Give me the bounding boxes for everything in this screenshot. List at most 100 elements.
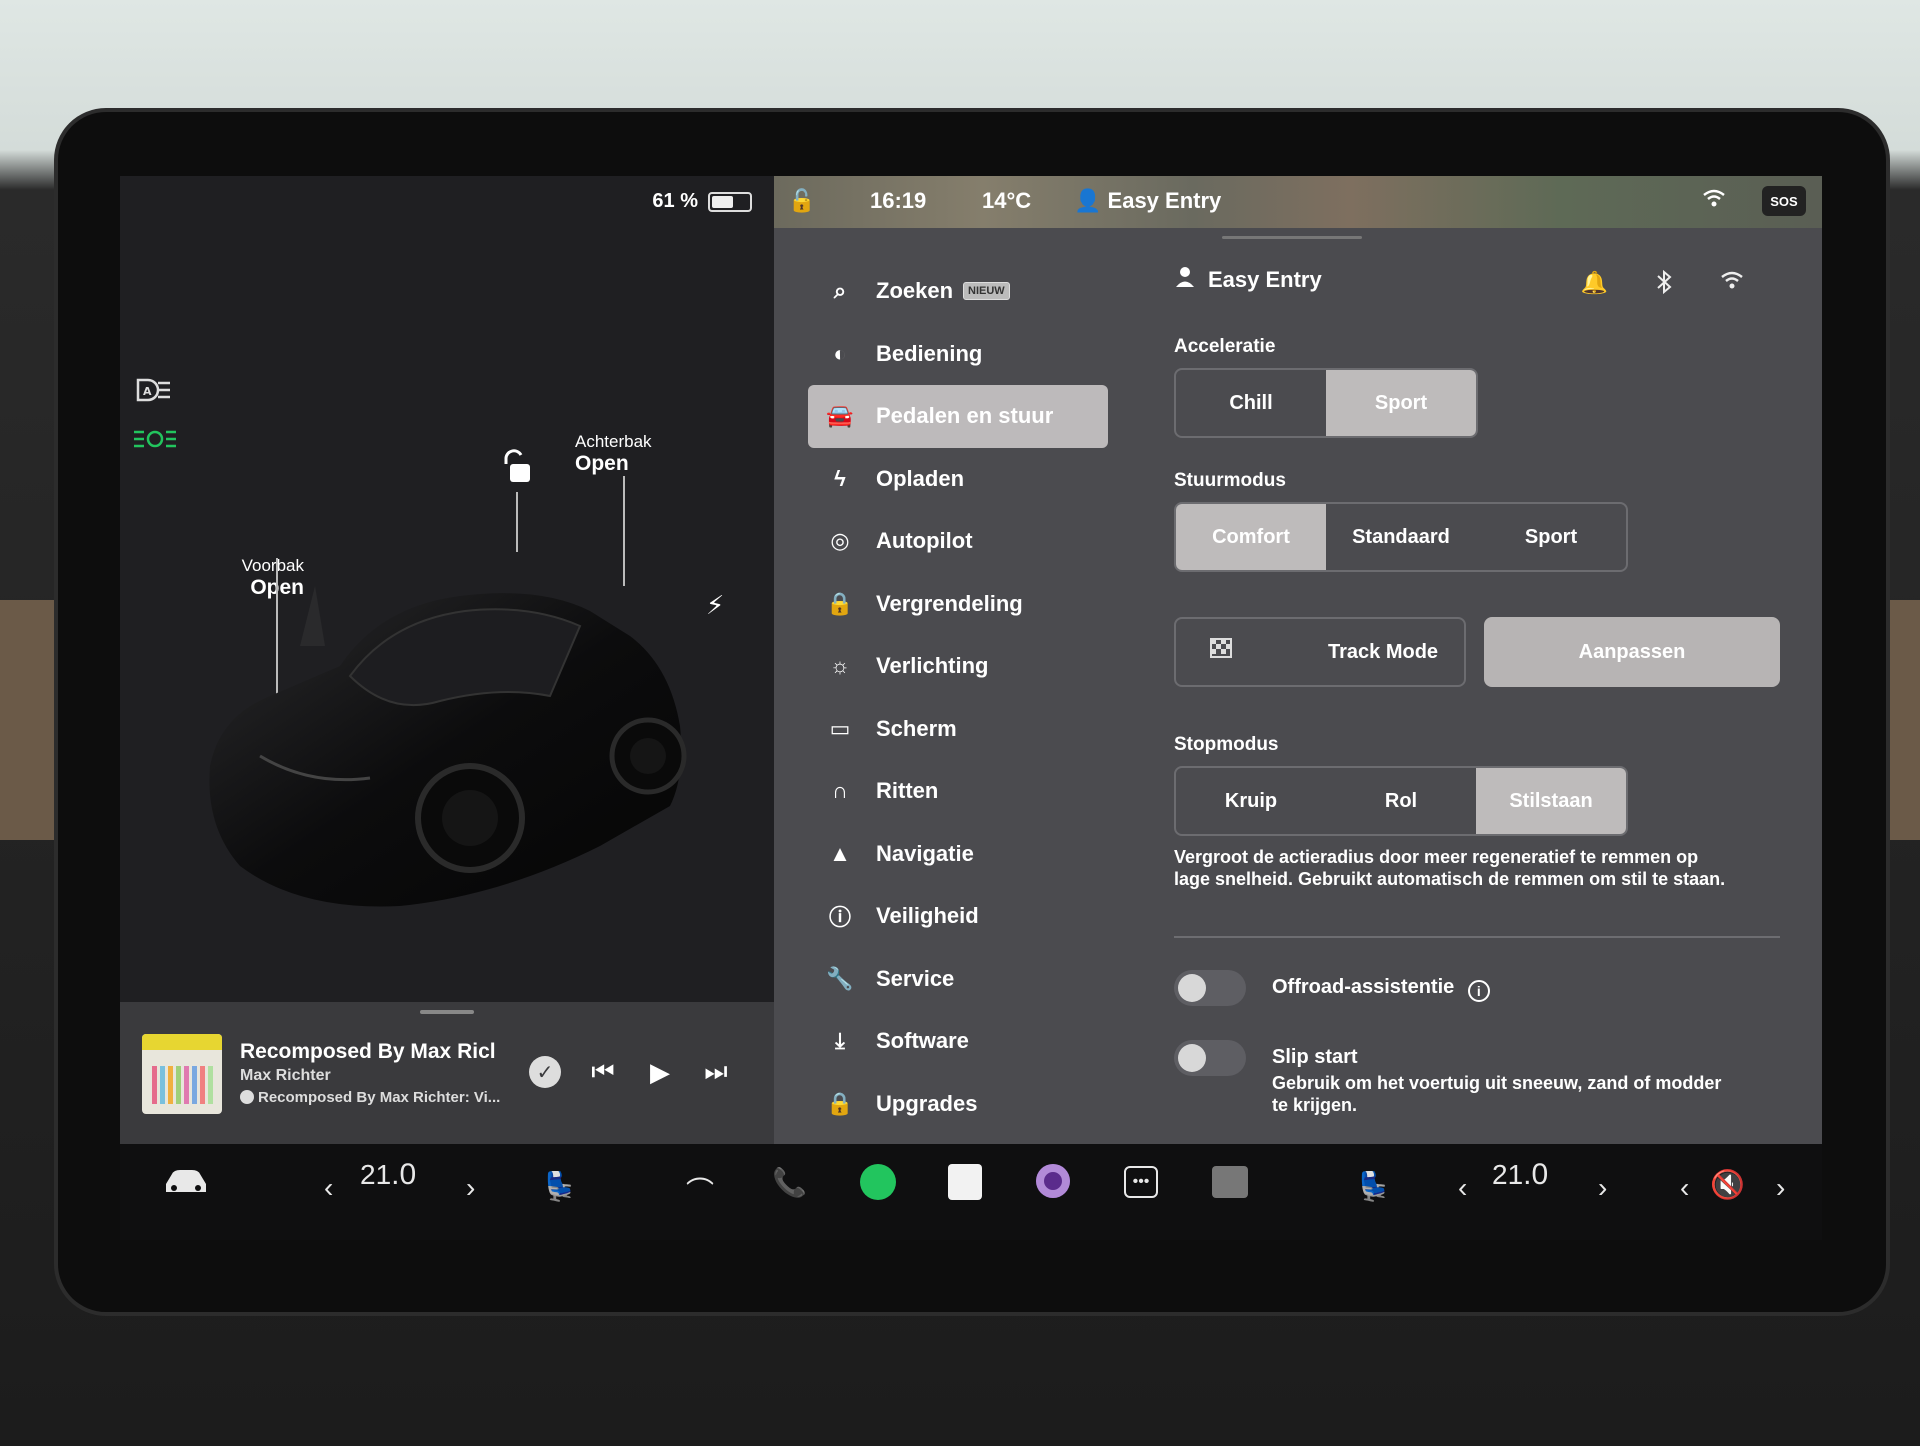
unlock-icon[interactable] — [500, 448, 534, 491]
album-art[interactable] — [142, 1034, 222, 1114]
parking-lights-icon[interactable] — [132, 426, 178, 458]
temp-right-display[interactable]: 21.0 — [1492, 1158, 1548, 1192]
seat-heater-left-button[interactable]: 💺 — [542, 1170, 577, 1203]
offroad-assist-toggle[interactable] — [1174, 970, 1246, 1006]
acceleration-sport[interactable]: Sport — [1326, 370, 1476, 436]
stop-mode-description-line-1: Vergroot de actieradius door meer regene… — [1174, 847, 1699, 867]
search-icon: ⌕ — [833, 278, 847, 304]
unlock-status-icon[interactable]: 🔓 — [788, 188, 815, 214]
nav-item-navigatie[interactable]: ▲ Navigatie — [808, 823, 1108, 886]
spotify-button[interactable] — [860, 1164, 896, 1200]
track-title: Recomposed By Max Ricl — [240, 1040, 496, 1063]
steering-mode-selector: Comfort Standaard Sport — [1174, 502, 1628, 572]
map-status-bar[interactable]: 🔓 16:19 14°C 👤 Easy Entry SOS — [774, 176, 1822, 228]
sos-button[interactable]: SOS — [1762, 186, 1806, 216]
notes-button[interactable] — [948, 1164, 982, 1200]
media-player[interactable]: Recomposed By Max Ricl Max Richter Recom… — [120, 1002, 774, 1144]
nav-item-label: Service — [876, 965, 955, 991]
checkered-flag-icon — [1208, 636, 1234, 668]
spotify-icon — [860, 1164, 896, 1200]
bluetooth-icon[interactable] — [1656, 269, 1672, 300]
temp-left-down[interactable]: ‹ — [324, 1172, 333, 1204]
phone-button[interactable]: 📞 — [772, 1166, 807, 1199]
mute-button[interactable]: 🔇 — [1710, 1168, 1745, 1201]
nav-item-upgrades[interactable]: 🔒 Upgrades — [808, 1073, 1108, 1136]
auto-headlights-icon[interactable]: A — [134, 376, 174, 410]
trunk-label: Achterbak — [575, 432, 652, 451]
calendar-button[interactable] — [1212, 1166, 1248, 1198]
skip-back-icon: ⏮ — [591, 1056, 615, 1086]
speaker-muted-icon: 🔇 — [1710, 1169, 1745, 1200]
nav-item-vergrendeling[interactable]: 🔒 Vergrendeling — [808, 573, 1108, 636]
play-button[interactable]: ▶ — [640, 1052, 680, 1092]
more-apps-button[interactable]: ••• — [1124, 1166, 1158, 1198]
car-icon: 🚘 — [826, 403, 854, 429]
steering-standard[interactable]: Standaard — [1326, 504, 1476, 570]
profile-indicator[interactable]: 👤 Easy Entry — [1074, 188, 1221, 214]
temp-left-display[interactable]: 21.0 — [360, 1158, 416, 1192]
nav-item-pedalen-en-stuur[interactable]: 🚘 Pedalen en stuur — [808, 385, 1108, 448]
nav-item-label: Software — [876, 1028, 969, 1054]
nav-item-opladen[interactable]: ϟ Opladen — [808, 448, 1108, 511]
temp-left-up[interactable]: › — [466, 1172, 475, 1204]
nav-item-zoeken[interactable]: ⌕ Zoeken NIEUW — [808, 260, 1108, 323]
profile-indicator-label: Easy Entry — [1107, 188, 1222, 213]
wifi-icon[interactable] — [1720, 270, 1744, 300]
acceleration-label: Acceleratie — [1174, 336, 1276, 357]
sun-icon: ☼ — [829, 653, 851, 679]
trunk-callout[interactable]: Achterbak Open — [575, 432, 652, 476]
temp-right-down[interactable]: ‹ — [1458, 1172, 1467, 1204]
volume-up-button[interactable]: › — [1776, 1172, 1785, 1204]
temp-right-up[interactable]: › — [1598, 1172, 1607, 1204]
nav-item-scherm[interactable]: ▭ Scherm — [808, 698, 1108, 761]
stop-mode-selector: Kruip Rol Stilstaan — [1174, 766, 1628, 836]
car-model-image[interactable] — [200, 516, 720, 916]
nav-item-software[interactable]: ⤓ Software — [808, 1010, 1108, 1073]
nav-item-bediening[interactable]: ◐ Bediening — [808, 323, 1108, 386]
car-icon — [162, 1166, 210, 1203]
nav-item-verlichting[interactable]: ☼ Verlichting — [808, 635, 1108, 698]
like-button[interactable]: ✓ — [525, 1052, 565, 1092]
trips-icon: ∩ — [832, 778, 848, 804]
battery-icon — [708, 191, 752, 212]
wiper-button[interactable]: ⌒ — [686, 1170, 714, 1210]
slip-start-toggle[interactable] — [1174, 1040, 1246, 1076]
temp-right-decimal: .0 — [1523, 1158, 1549, 1191]
nav-item-service[interactable]: 🔧 Service — [808, 948, 1108, 1011]
bell-icon[interactable]: 🔔 — [1581, 270, 1608, 300]
previous-track-button[interactable]: ⏮ — [583, 1052, 623, 1092]
bottom-dock: ‹ 21.0 › 💺 ⌒ 📞 ••• 💺 ‹ 21.0 › ‹ 🔇 › — [120, 1144, 1822, 1240]
stop-roll[interactable]: Rol — [1326, 768, 1476, 834]
nav-item-label: Autopilot — [876, 528, 973, 554]
display-icon: ▭ — [829, 715, 851, 741]
stop-mode-label: Stopmodus — [1174, 734, 1279, 755]
next-track-button[interactable]: ⏭ — [696, 1052, 736, 1092]
nav-item-ritten[interactable]: ∩ Ritten — [808, 760, 1108, 823]
track-mode-button[interactable]: Track Mode — [1174, 617, 1466, 687]
acceleration-chill[interactable]: Chill — [1176, 370, 1326, 436]
nav-item-label: Pedalen en stuur — [876, 403, 1054, 429]
settings-drawer-handle[interactable] — [1222, 236, 1362, 239]
stop-hold[interactable]: Stilstaan — [1476, 768, 1626, 834]
steering-comfort[interactable]: Comfort — [1176, 504, 1326, 570]
person-icon: 👤 — [1074, 188, 1102, 213]
stop-creep[interactable]: Kruip — [1176, 768, 1326, 834]
wiper-icon: ⌒ — [686, 1176, 715, 1207]
customize-button[interactable]: Aanpassen — [1484, 617, 1780, 687]
info-icon[interactable]: i — [1467, 980, 1490, 1002]
temp-left-main: 21 — [360, 1159, 392, 1190]
car-status-panel: 61 % A Achterbak Open Voorbak Open ⚡ — [120, 176, 774, 1144]
volume-down-button[interactable]: ‹ — [1680, 1172, 1689, 1204]
car-controls-button[interactable] — [162, 1166, 210, 1203]
camera-button[interactable] — [1036, 1164, 1070, 1198]
seat-heater-right-button[interactable]: 💺 — [1356, 1170, 1391, 1203]
steering-sport[interactable]: Sport — [1476, 504, 1626, 570]
play-icon: ▶ — [650, 1056, 670, 1087]
driver-profile-button[interactable]: Easy Entry — [1174, 266, 1322, 294]
nav-item-label: Opladen — [876, 465, 965, 491]
nav-item-label: Upgrades — [876, 1090, 978, 1116]
nav-item-autopilot[interactable]: ◎ Autopilot — [808, 510, 1108, 573]
check-circle-icon: ✓ — [529, 1056, 561, 1088]
media-drawer-handle[interactable] — [420, 1010, 474, 1014]
nav-item-veiligheid[interactable]: ⓘ Veiligheid — [808, 885, 1108, 948]
